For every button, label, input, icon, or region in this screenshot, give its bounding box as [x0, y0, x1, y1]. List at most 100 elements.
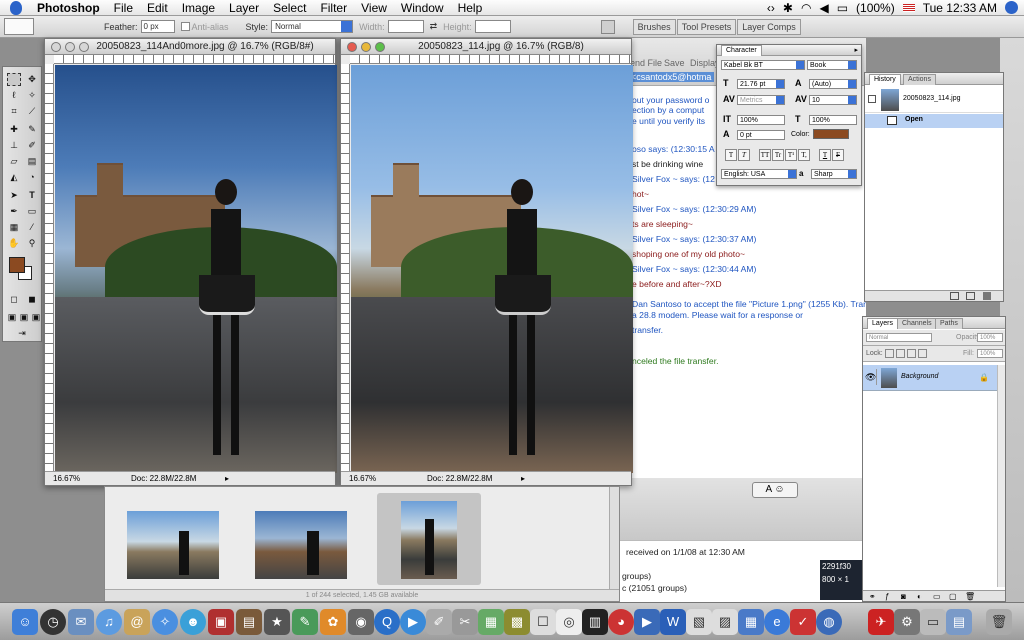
- file-browser-icon[interactable]: [600, 19, 615, 34]
- new-document-icon[interactable]: [950, 292, 959, 300]
- history-brush-icon[interactable]: ✐: [25, 139, 39, 152]
- colorsync-icon[interactable]: ◕: [608, 609, 634, 635]
- address-book-icon[interactable]: @: [124, 609, 150, 635]
- pen-tool-icon[interactable]: ✒: [7, 205, 21, 218]
- layer-mask-icon[interactable]: ◙: [901, 592, 906, 601]
- lock-all-icon[interactable]: [918, 349, 927, 358]
- system-prefs-icon[interactable]: ⚙: [894, 609, 920, 635]
- trash-icon[interactable]: 🗑: [965, 592, 975, 601]
- menu-help[interactable]: Help: [451, 1, 490, 15]
- menu-app-name[interactable]: Photoshop: [30, 1, 107, 15]
- horizontal-ruler[interactable]: [54, 55, 335, 64]
- folder-icon[interactable]: ▤: [946, 609, 972, 635]
- spotlight-icon[interactable]: [1005, 1, 1018, 14]
- feather-input[interactable]: 0 px: [140, 20, 175, 33]
- mp-icon[interactable]: ▶: [634, 609, 660, 635]
- tab-character[interactable]: Character: [721, 45, 762, 56]
- antialias-checkbox[interactable]: [180, 22, 190, 31]
- menu-window[interactable]: Window: [394, 1, 451, 15]
- calculator-icon[interactable]: ▦: [478, 609, 504, 635]
- zoom-icon[interactable]: [375, 42, 385, 52]
- netnewswire-icon[interactable]: ✓: [790, 609, 816, 635]
- picture-icon[interactable]: ▦: [738, 609, 764, 635]
- itunes-icon[interactable]: ♫: [96, 609, 122, 635]
- box-icon[interactable]: ☐: [530, 609, 556, 635]
- arrows-icon[interactable]: ‹›: [767, 1, 775, 15]
- menu-layer[interactable]: Layer: [222, 1, 266, 15]
- new-layer-icon[interactable]: ▢: [949, 592, 957, 601]
- new-group-icon[interactable]: ▭: [933, 592, 941, 601]
- flower-icon[interactable]: ✿: [320, 609, 346, 635]
- lock-position-icon[interactable]: [907, 349, 916, 358]
- status-menu-icon[interactable]: ▸: [521, 472, 525, 485]
- blur-tool-icon[interactable]: ◭: [7, 171, 21, 184]
- leading-field[interactable]: (Auto): [809, 79, 857, 89]
- close-icon[interactable]: [347, 42, 357, 52]
- minimize-icon[interactable]: [65, 42, 75, 52]
- adjustment-layer-icon[interactable]: ◐: [917, 592, 922, 601]
- tab-tool-presets[interactable]: Tool Presets: [676, 18, 737, 35]
- new-snapshot-icon[interactable]: [966, 292, 975, 300]
- messenger-icon[interactable]: ☻: [180, 609, 206, 635]
- jump-to-imageready-icon[interactable]: ⇥: [15, 327, 29, 340]
- save-chat-button[interactable]: Save: [664, 58, 685, 68]
- remote-icon[interactable]: ▭: [920, 609, 946, 635]
- palette-header[interactable]: History Actions: [865, 73, 1003, 85]
- blend-mode-select[interactable]: Normal: [866, 333, 932, 342]
- superscript-button[interactable]: T¹: [785, 149, 797, 161]
- ie-icon[interactable]: e: [764, 609, 790, 635]
- status-menu-icon[interactable]: ▸: [225, 472, 229, 485]
- document-titlebar[interactable]: 20050823_114And0more.jpg @ 16.7% (RGB/8#…: [45, 39, 335, 55]
- history-snapshot[interactable]: 20050823_114.jpg: [865, 87, 1003, 113]
- kerning-field[interactable]: Metrics: [737, 95, 785, 105]
- hand-tool-icon[interactable]: ✋: [7, 237, 21, 250]
- magic-wand-icon[interactable]: ✧: [25, 89, 39, 102]
- palette-menu-icon[interactable]: ▸: [854, 46, 858, 54]
- palette-header[interactable]: Layers Channels Paths: [863, 317, 1005, 329]
- faux-bold-button[interactable]: T: [725, 149, 737, 161]
- close-icon[interactable]: [51, 42, 61, 52]
- marquee-tool-icon[interactable]: [7, 73, 21, 86]
- filmstrip-scrollbar[interactable]: [609, 487, 619, 590]
- eraser-tool-icon[interactable]: ▱: [7, 155, 21, 168]
- zoom-tool-icon[interactable]: ⚲: [25, 237, 39, 250]
- tab-layer-comps[interactable]: Layer Comps: [737, 18, 801, 35]
- menu-filter[interactable]: Filter: [313, 1, 354, 15]
- small-caps-button[interactable]: Tr: [772, 149, 784, 161]
- horizontal-scale-field[interactable]: 100%: [809, 115, 857, 125]
- flag-icon[interactable]: [902, 3, 915, 12]
- tab-history[interactable]: History: [869, 74, 901, 85]
- text-color-swatch[interactable]: [813, 129, 849, 139]
- font-style-select[interactable]: Book: [807, 60, 857, 70]
- piano-icon[interactable]: ▥: [582, 609, 608, 635]
- marquee-tool-preset-icon[interactable]: [4, 18, 34, 35]
- stamp-tool-icon[interactable]: ⊥: [7, 139, 21, 152]
- width-input[interactable]: [387, 20, 424, 33]
- finder-icon[interactable]: ☺: [12, 609, 38, 635]
- imovie-icon[interactable]: ★: [264, 609, 290, 635]
- layer-row-background[interactable]: 👁 Background 🔒: [863, 365, 997, 391]
- safari-icon[interactable]: ✧: [152, 609, 178, 635]
- vertical-scale-field[interactable]: 100%: [737, 115, 785, 125]
- trash-icon[interactable]: [983, 292, 991, 300]
- connect-icon[interactable]: ◍: [816, 609, 842, 635]
- iphoto-icon[interactable]: ▤: [236, 609, 262, 635]
- wifi-icon[interactable]: ◠: [801, 1, 811, 15]
- faux-italic-button[interactable]: T: [738, 149, 750, 161]
- screen-mode-full-black-icon[interactable]: ▣: [29, 311, 43, 324]
- lasso-tool-icon[interactable]: ℓ: [7, 89, 21, 102]
- play-icon[interactable]: ▶: [400, 609, 426, 635]
- script-icon[interactable]: ✐: [426, 609, 452, 635]
- dvd-icon[interactable]: ◉: [348, 609, 374, 635]
- move-tool-icon[interactable]: ✥: [25, 73, 39, 86]
- volume-icon[interactable]: ◀: [819, 1, 828, 15]
- tab-paths[interactable]: Paths: [935, 318, 963, 329]
- battery-icon[interactable]: ▭: [837, 1, 848, 15]
- menu-edit[interactable]: Edit: [140, 1, 175, 15]
- height-input[interactable]: [474, 20, 511, 33]
- chat-input-area[interactable]: [620, 478, 866, 540]
- shape-tool-icon[interactable]: ▭: [25, 205, 39, 218]
- vertical-ruler[interactable]: [341, 64, 350, 471]
- document-titlebar[interactable]: 20050823_114.jpg @ 16.7% (RGB/8): [341, 39, 631, 55]
- thumbnail-selected[interactable]: [401, 501, 457, 579]
